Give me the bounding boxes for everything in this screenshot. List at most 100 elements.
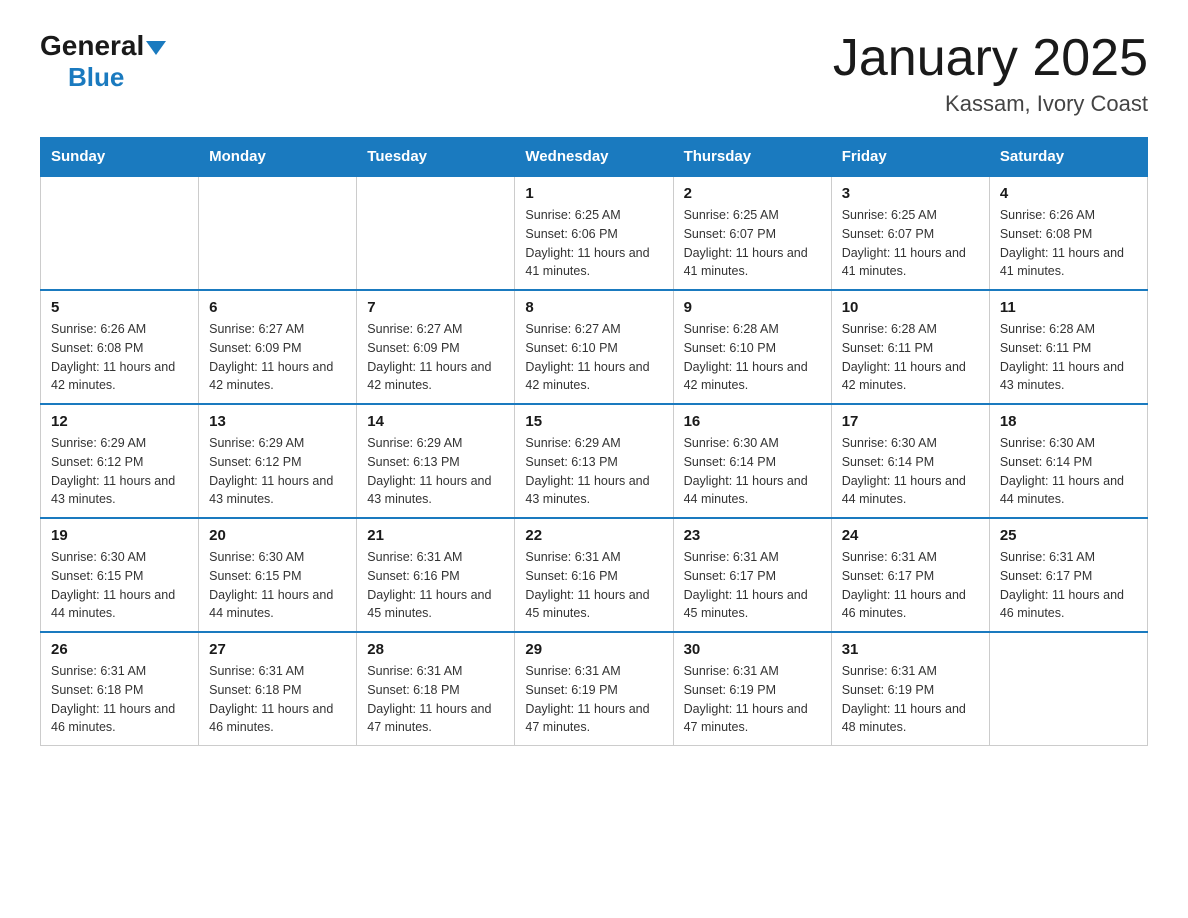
day-number: 26 [51,641,188,658]
day-info: Sunrise: 6:31 AM Sunset: 6:19 PM Dayligh… [684,662,821,737]
day-info: Sunrise: 6:25 AM Sunset: 6:07 PM Dayligh… [842,206,979,281]
day-info: Sunrise: 6:31 AM Sunset: 6:18 PM Dayligh… [51,662,188,737]
calendar-header-row: SundayMondayTuesdayWednesdayThursdayFrid… [41,138,1148,177]
day-info: Sunrise: 6:31 AM Sunset: 6:17 PM Dayligh… [1000,548,1137,623]
day-info: Sunrise: 6:31 AM Sunset: 6:18 PM Dayligh… [367,662,504,737]
calendar-cell: 27 Sunrise: 6:31 AM Sunset: 6:18 PM Dayli… [199,632,357,746]
calendar-cell: 12 Sunrise: 6:29 AM Sunset: 6:12 PM Dayli… [41,404,199,518]
day-number: 22 [525,527,662,544]
day-info: Sunrise: 6:27 AM Sunset: 6:10 PM Dayligh… [525,320,662,395]
header-tuesday: Tuesday [357,138,515,177]
day-info: Sunrise: 6:26 AM Sunset: 6:08 PM Dayligh… [1000,206,1137,281]
header-friday: Friday [831,138,989,177]
calendar-cell: 29 Sunrise: 6:31 AM Sunset: 6:19 PM Dayli… [515,632,673,746]
calendar-cell: 3 Sunrise: 6:25 AM Sunset: 6:07 PM Daylig… [831,176,989,290]
day-number: 1 [525,185,662,202]
day-number: 17 [842,413,979,430]
header-monday: Monday [199,138,357,177]
logo: General Blue [40,30,166,93]
day-info: Sunrise: 6:30 AM Sunset: 6:14 PM Dayligh… [842,434,979,509]
calendar-cell: 9 Sunrise: 6:28 AM Sunset: 6:10 PM Daylig… [673,290,831,404]
calendar-cell: 4 Sunrise: 6:26 AM Sunset: 6:08 PM Daylig… [989,176,1147,290]
calendar-cell [199,176,357,290]
calendar-week-row: 26 Sunrise: 6:31 AM Sunset: 6:18 PM Dayli… [41,632,1148,746]
calendar-cell: 24 Sunrise: 6:31 AM Sunset: 6:17 PM Dayli… [831,518,989,632]
calendar-cell: 8 Sunrise: 6:27 AM Sunset: 6:10 PM Daylig… [515,290,673,404]
logo-general-text: General [40,30,144,62]
calendar-cell [989,632,1147,746]
day-info: Sunrise: 6:28 AM Sunset: 6:11 PM Dayligh… [842,320,979,395]
day-number: 5 [51,299,188,316]
calendar-cell: 1 Sunrise: 6:25 AM Sunset: 6:06 PM Daylig… [515,176,673,290]
day-info: Sunrise: 6:29 AM Sunset: 6:12 PM Dayligh… [209,434,346,509]
calendar-cell: 18Sunrise: 6:30 AM Sunset: 6:14 PM Dayli… [989,404,1147,518]
calendar-cell: 22Sunrise: 6:31 AM Sunset: 6:16 PM Dayli… [515,518,673,632]
calendar-cell: 17 Sunrise: 6:30 AM Sunset: 6:14 PM Dayli… [831,404,989,518]
day-number: 2 [684,185,821,202]
day-number: 27 [209,641,346,658]
day-number: 7 [367,299,504,316]
calendar-cell: 25 Sunrise: 6:31 AM Sunset: 6:17 PM Dayli… [989,518,1147,632]
day-info: Sunrise: 6:30 AM Sunset: 6:15 PM Dayligh… [209,548,346,623]
day-info: Sunrise: 6:29 AM Sunset: 6:13 PM Dayligh… [525,434,662,509]
header-wednesday: Wednesday [515,138,673,177]
header-sunday: Sunday [41,138,199,177]
header-saturday: Saturday [989,138,1147,177]
day-number: 3 [842,185,979,202]
calendar-cell: 21 Sunrise: 6:31 AM Sunset: 6:16 PM Dayli… [357,518,515,632]
day-number: 6 [209,299,346,316]
calendar-cell: 31Sunrise: 6:31 AM Sunset: 6:19 PM Dayli… [831,632,989,746]
day-number: 30 [684,641,821,658]
day-info: Sunrise: 6:27 AM Sunset: 6:09 PM Dayligh… [209,320,346,395]
page-title: January 2025 [833,30,1148,87]
calendar-table: SundayMondayTuesdayWednesdayThursdayFrid… [40,137,1148,746]
day-number: 9 [684,299,821,316]
calendar-cell [41,176,199,290]
day-info: Sunrise: 6:29 AM Sunset: 6:12 PM Dayligh… [51,434,188,509]
calendar-cell: 26 Sunrise: 6:31 AM Sunset: 6:18 PM Dayli… [41,632,199,746]
calendar-cell: 23 Sunrise: 6:31 AM Sunset: 6:17 PM Dayli… [673,518,831,632]
day-info: Sunrise: 6:28 AM Sunset: 6:10 PM Dayligh… [684,320,821,395]
calendar-cell: 2Sunrise: 6:25 AM Sunset: 6:07 PM Daylig… [673,176,831,290]
day-number: 29 [525,641,662,658]
day-number: 21 [367,527,504,544]
day-number: 31 [842,641,979,658]
day-info: Sunrise: 6:27 AM Sunset: 6:09 PM Dayligh… [367,320,504,395]
day-number: 20 [209,527,346,544]
calendar-cell: 5 Sunrise: 6:26 AM Sunset: 6:08 PM Daylig… [41,290,199,404]
day-number: 19 [51,527,188,544]
day-info: Sunrise: 6:31 AM Sunset: 6:19 PM Dayligh… [525,662,662,737]
day-number: 13 [209,413,346,430]
logo-blue-text: Blue [68,62,124,93]
day-info: Sunrise: 6:31 AM Sunset: 6:17 PM Dayligh… [842,548,979,623]
calendar-cell: 30 Sunrise: 6:31 AM Sunset: 6:19 PM Dayli… [673,632,831,746]
calendar-cell: 13 Sunrise: 6:29 AM Sunset: 6:12 PM Dayli… [199,404,357,518]
day-number: 11 [1000,299,1137,316]
calendar-week-row: 5 Sunrise: 6:26 AM Sunset: 6:08 PM Daylig… [41,290,1148,404]
day-info: Sunrise: 6:31 AM Sunset: 6:17 PM Dayligh… [684,548,821,623]
day-number: 14 [367,413,504,430]
calendar-week-row: 19 Sunrise: 6:30 AM Sunset: 6:15 PM Dayli… [41,518,1148,632]
header-thursday: Thursday [673,138,831,177]
day-info: Sunrise: 6:31 AM Sunset: 6:18 PM Dayligh… [209,662,346,737]
day-info: Sunrise: 6:26 AM Sunset: 6:08 PM Dayligh… [51,320,188,395]
day-info: Sunrise: 6:31 AM Sunset: 6:16 PM Dayligh… [367,548,504,623]
calendar-cell: 10Sunrise: 6:28 AM Sunset: 6:11 PM Dayli… [831,290,989,404]
day-number: 25 [1000,527,1137,544]
day-number: 12 [51,413,188,430]
calendar-cell: 19Sunrise: 6:30 AM Sunset: 6:15 PM Dayli… [41,518,199,632]
day-number: 4 [1000,185,1137,202]
day-number: 24 [842,527,979,544]
day-info: Sunrise: 6:29 AM Sunset: 6:13 PM Dayligh… [367,434,504,509]
day-info: Sunrise: 6:28 AM Sunset: 6:11 PM Dayligh… [1000,320,1137,395]
page-header: General Blue January 2025 Kassam, Ivory … [40,30,1148,117]
day-number: 28 [367,641,504,658]
calendar-cell: 6 Sunrise: 6:27 AM Sunset: 6:09 PM Daylig… [199,290,357,404]
day-info: Sunrise: 6:25 AM Sunset: 6:06 PM Dayligh… [525,206,662,281]
day-number: 18 [1000,413,1137,430]
calendar-cell: 15Sunrise: 6:29 AM Sunset: 6:13 PM Dayli… [515,404,673,518]
day-number: 23 [684,527,821,544]
title-block: January 2025 Kassam, Ivory Coast [833,30,1148,117]
calendar-cell: 16Sunrise: 6:30 AM Sunset: 6:14 PM Dayli… [673,404,831,518]
day-number: 8 [525,299,662,316]
